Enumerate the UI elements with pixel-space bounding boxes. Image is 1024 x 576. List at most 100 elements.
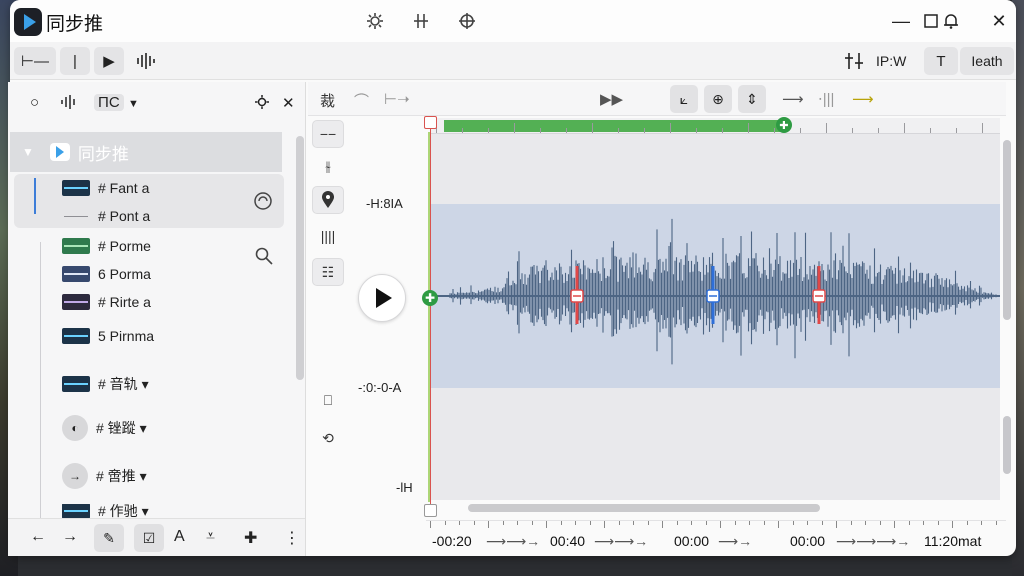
record-icon[interactable]: ○ xyxy=(30,94,39,111)
waveform-small-icon[interactable]: ⋅||| xyxy=(818,90,834,108)
list-item[interactable]: 6 Porma xyxy=(62,262,151,286)
timeline-tick xyxy=(575,521,576,525)
collapse-button[interactable]: −− xyxy=(312,120,344,148)
go-start-button[interactable]: ⊢— xyxy=(14,47,56,75)
split-icon[interactable] xyxy=(412,12,430,34)
health-button[interactable]: Ieath xyxy=(960,47,1014,75)
y-label-bottom: -lH xyxy=(396,480,413,495)
skip-marker-icon[interactable]: ⊢➝ xyxy=(384,90,410,108)
minimize-button[interactable]: — xyxy=(886,8,916,34)
playhead-bottom-handle[interactable] xyxy=(424,504,437,517)
timeline-tick xyxy=(502,521,504,525)
text-tool-button[interactable]: T xyxy=(924,47,958,75)
track-group-header[interactable]: ▼ 同步推 xyxy=(10,132,282,172)
timeline-tick xyxy=(691,521,692,525)
pause-button[interactable]: | xyxy=(60,47,90,75)
track-label: # Rirte a xyxy=(98,294,151,310)
more-options-icon[interactable]: ⋮ xyxy=(284,528,300,548)
arrow-left-icon[interactable]: ← xyxy=(30,528,46,546)
location-pin-icon[interactable] xyxy=(312,186,344,214)
play-small-button[interactable]: ▶ xyxy=(94,47,124,75)
ipw-label[interactable]: IP:W xyxy=(876,53,906,69)
timeline-tick xyxy=(676,521,678,525)
overview-tick xyxy=(956,128,957,133)
playhead-add-marker[interactable]: ✚ xyxy=(422,290,438,306)
sync-icon[interactable] xyxy=(252,190,274,217)
audio-waveform[interactable] xyxy=(430,204,1000,388)
list-item[interactable]: # Pont a xyxy=(62,204,150,228)
crop-tool[interactable]: 裁 xyxy=(320,90,335,111)
list-item[interactable]: # Porme xyxy=(62,234,151,258)
overview-range[interactable] xyxy=(444,120,782,132)
scroll-thumb[interactable] xyxy=(1003,140,1011,320)
filter-icon[interactable]: ⩡ xyxy=(206,528,215,546)
settings-gear-icon[interactable] xyxy=(366,12,384,34)
split-marker-red[interactable] xyxy=(570,266,584,324)
frame-icon[interactable]: ⎕ xyxy=(312,386,344,414)
app-logo-icon xyxy=(14,8,42,36)
anchor-tool-button[interactable]: ⊕ xyxy=(704,85,732,113)
list-filter-icon[interactable]: ☷ xyxy=(312,258,344,286)
list-item[interactable]: ◐ # 锉蹤 ▾ xyxy=(62,415,147,441)
search-icon[interactable] xyxy=(254,246,274,271)
waveform-view-icon[interactable] xyxy=(60,94,78,114)
timeline-tick xyxy=(662,521,663,528)
loop-icon[interactable]: ⟲ xyxy=(312,424,344,452)
tree-guide-line xyxy=(40,242,41,532)
mixer-icon[interactable] xyxy=(844,52,864,74)
bars-icon[interactable]: |||| xyxy=(312,222,344,250)
track-label: # Porme xyxy=(98,238,151,254)
list-item[interactable]: → # 啻推 ▾ xyxy=(62,463,147,489)
overview-tick xyxy=(774,128,775,133)
chevron-down-icon[interactable]: ▼ xyxy=(128,98,139,110)
playhead-top-handle[interactable] xyxy=(424,116,437,129)
timeline-tick xyxy=(720,521,721,528)
list-item[interactable]: # Rirte a xyxy=(62,290,151,314)
overview-tick xyxy=(748,123,749,133)
split-tool-button[interactable]: ⇕ xyxy=(738,85,766,113)
split-view-icon[interactable]: ⫳ xyxy=(312,152,344,180)
text-a-icon[interactable]: A xyxy=(174,528,185,546)
panel-scrollbar[interactable] xyxy=(296,136,304,380)
chevron-down-icon[interactable]: ▼ xyxy=(22,145,34,159)
timeline-tick xyxy=(995,521,997,525)
range-end-marker[interactable]: ✚ xyxy=(776,117,792,133)
overview-tick xyxy=(904,123,905,133)
timeline-tick xyxy=(618,521,620,525)
list-item[interactable]: # 作驰 ▾ xyxy=(62,504,149,518)
vertical-scrollbar[interactable] xyxy=(1002,140,1012,480)
fast-forward-icon[interactable]: ▶▶ xyxy=(600,90,623,108)
playhead-line[interactable] xyxy=(430,122,431,510)
play-button[interactable] xyxy=(358,274,406,322)
timeline-tick xyxy=(923,521,924,525)
list-item[interactable]: # Fant a xyxy=(62,176,149,200)
editor-toolbar: 裁 ⌒ ⊢➝ ▶▶ ⟀ ⊕ ⇕ ⟶ ⋅||| ⟶ xyxy=(308,82,1006,116)
undo-icon[interactable]: ⌒ xyxy=(354,90,369,111)
title-bar: 同步推 — ✕ xyxy=(10,0,1016,42)
overview-tick xyxy=(800,128,801,133)
crosshair-icon[interactable] xyxy=(458,12,476,34)
add-icon[interactable]: ✚ xyxy=(244,528,257,548)
split-marker-blue[interactable] xyxy=(706,266,720,324)
timeline-tick xyxy=(850,521,852,525)
list-item[interactable]: # 音轨 ▾ xyxy=(62,372,149,396)
clip-tool-button[interactable]: ⟀ xyxy=(670,85,698,113)
arrow-right-icon[interactable]: → xyxy=(62,528,78,546)
close-button[interactable]: ✕ xyxy=(984,8,1014,34)
timeline-ruler[interactable]: -00:20 ⟶⟶→ 00:40 ⟶⟶→ 00:00 ⟶→ 00:00 ⟶⟶⟶→… xyxy=(426,520,1006,556)
marker-arrow-icon[interactable]: ⟶ xyxy=(852,90,874,108)
close-panel-button[interactable]: ✕ xyxy=(282,94,295,112)
timeline-tick xyxy=(937,521,939,525)
pen-tool-button[interactable]: ✎ xyxy=(94,524,124,552)
scroll-thumb[interactable] xyxy=(1003,416,1011,474)
arrow-right-icon[interactable]: ⟶ xyxy=(782,90,804,108)
settings-gear-icon[interactable] xyxy=(254,94,270,114)
waveform-icon[interactable] xyxy=(136,52,158,74)
clip-view-icon[interactable]: ΠC xyxy=(94,94,124,111)
list-item[interactable]: 5 Pirnma xyxy=(62,324,154,348)
timeline-label: 00:00 xyxy=(674,533,710,549)
bell-icon[interactable] xyxy=(936,8,966,34)
horizontal-scrollbar[interactable] xyxy=(468,504,820,512)
overview-strip[interactable]: ✚ xyxy=(430,117,1000,134)
checkbox-tool-button[interactable]: ☑ xyxy=(134,524,164,552)
